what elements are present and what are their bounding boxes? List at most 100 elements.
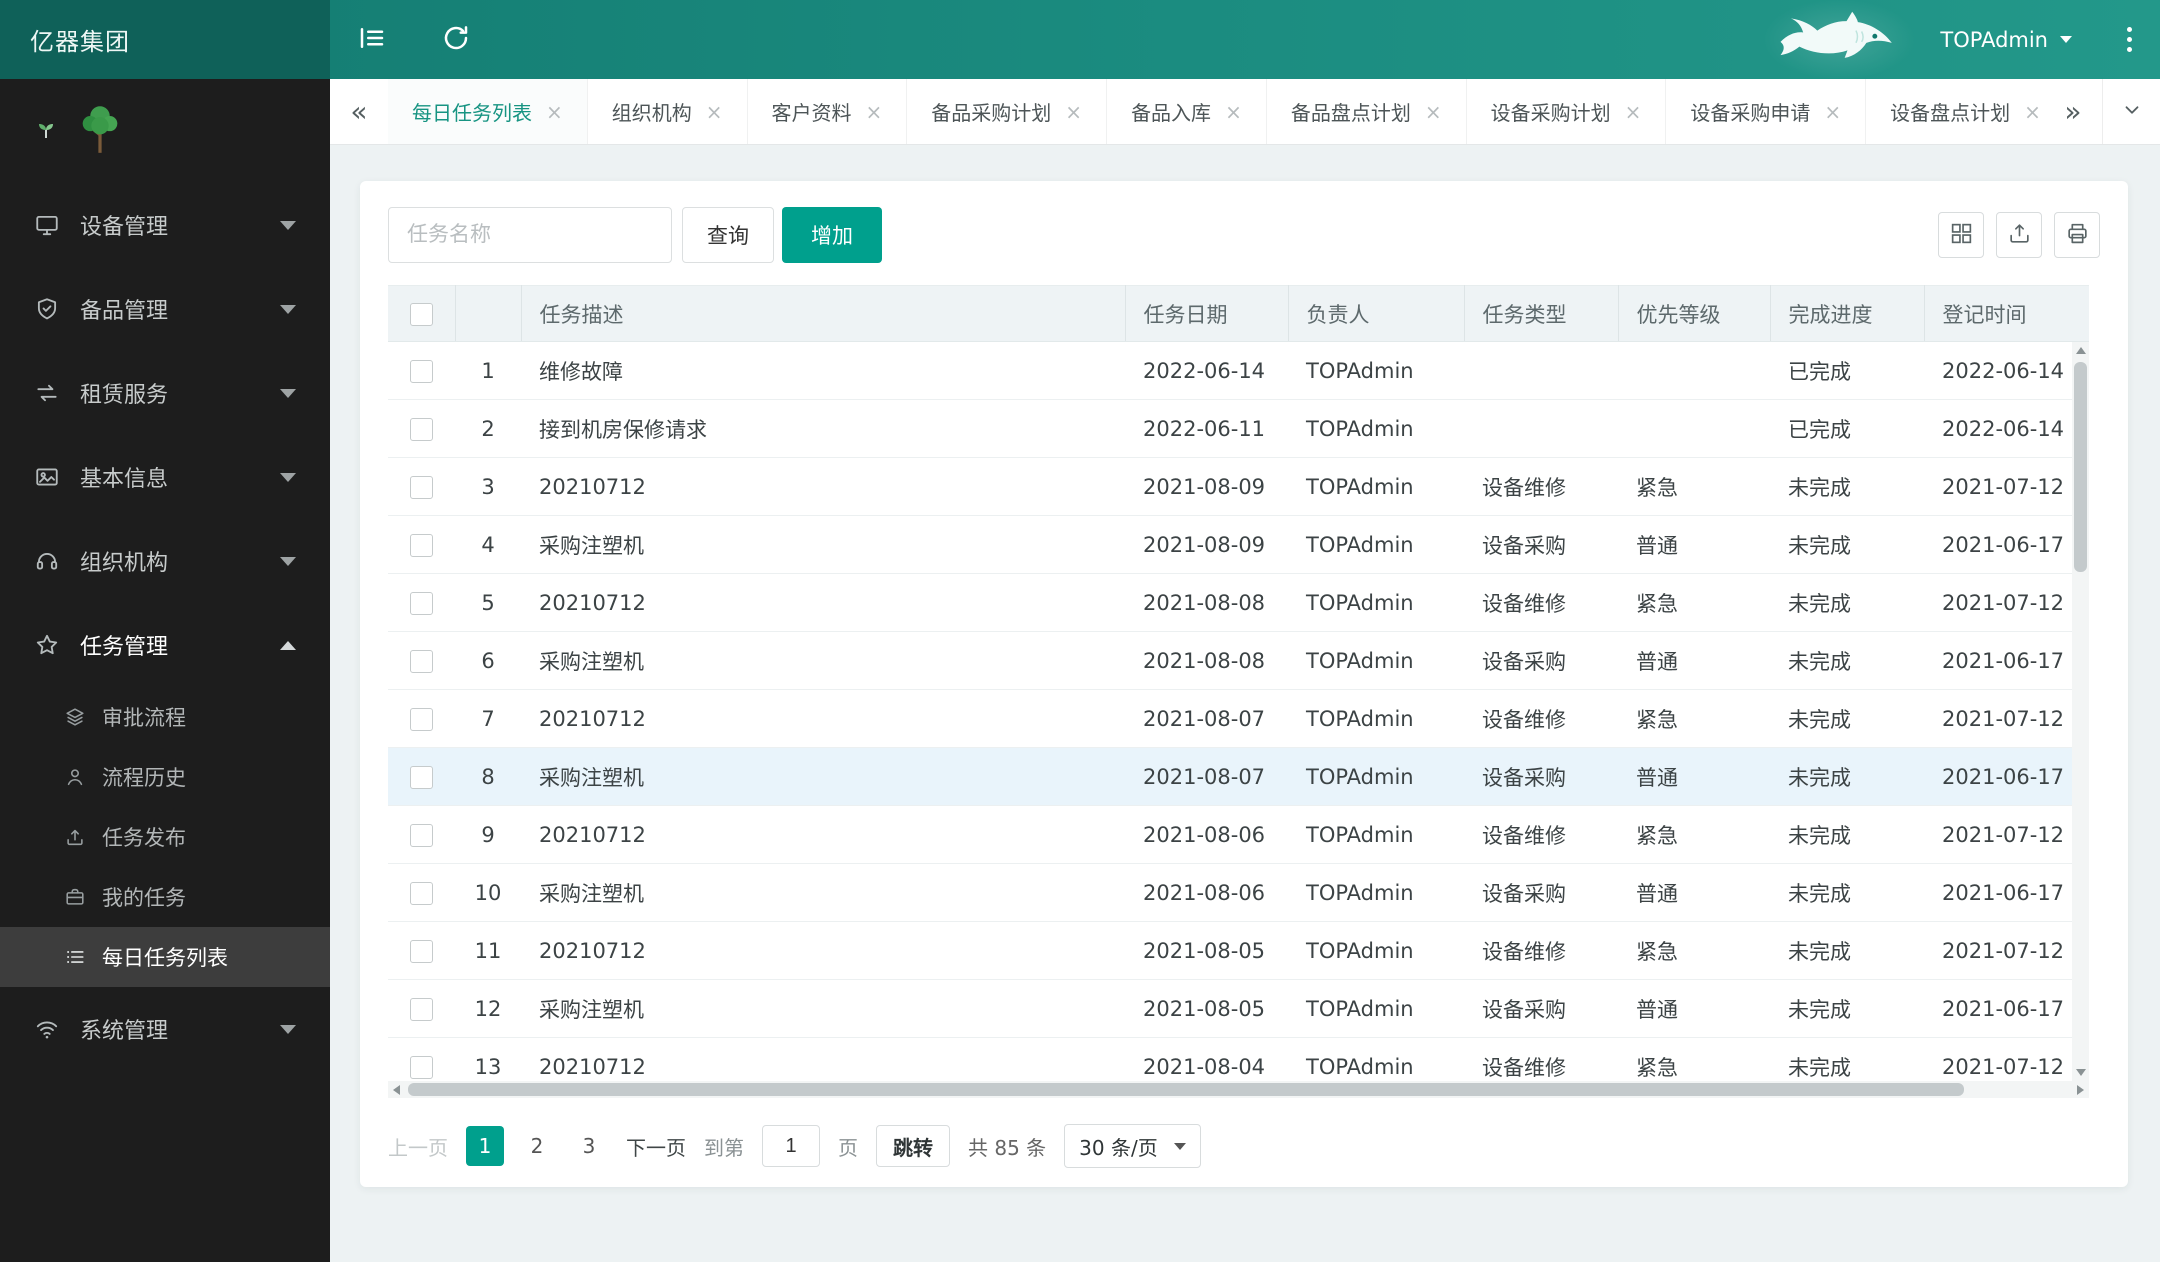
sidebar-item-system[interactable]: 系统管理 (0, 987, 330, 1071)
row-checkbox[interactable] (410, 823, 433, 847)
export-button[interactable] (1996, 212, 2042, 258)
query-button[interactable]: 查询 (682, 207, 774, 263)
tab-close-icon[interactable]: × (1625, 102, 1642, 122)
tab-close-icon[interactable]: × (1225, 102, 1242, 122)
table-row[interactable]: 7 20210712 2021-08-07 TOPAdmin 设备维修 紧急 未完成 2021… (388, 689, 2089, 748)
tab-3[interactable]: 备品采购计划 × (907, 79, 1108, 144)
tab-close-icon[interactable]: × (546, 102, 563, 122)
sidebar-subitem-task-publish[interactable]: 任务发布 (0, 807, 330, 867)
more-menu-button[interactable] (2098, 0, 2160, 79)
tab-close-icon[interactable]: × (706, 102, 723, 122)
double-chevron-left-icon: « (350, 95, 368, 128)
tab-1[interactable]: 组织机构 × (588, 79, 748, 144)
horizontal-scroll-thumb[interactable] (408, 1083, 1964, 1096)
table-row[interactable]: 1 维修故障 2022-06-14 TOPAdmin 已完成 2022-06-14 11: (388, 341, 2089, 400)
sidebar-item-rental[interactable]: 租赁服务 (0, 351, 330, 435)
cell-progress: 未完成 (1770, 863, 1924, 922)
row-checkbox[interactable] (410, 417, 433, 441)
page-button-3[interactable]: 3 (570, 1126, 608, 1166)
next-page-button[interactable]: 下一页 (626, 1132, 686, 1161)
scroll-down-icon[interactable] (2072, 1064, 2089, 1081)
vertical-scrollbar[interactable] (2072, 342, 2089, 1081)
cell-register-time: 2021-06-17 18: (1924, 515, 2089, 574)
table-row[interactable]: 11 20210712 2021-08-05 TOPAdmin 设备维修 紧急 未完成 202… (388, 921, 2089, 980)
table-row[interactable]: 3 20210712 2021-08-09 TOPAdmin 设备维修 紧急 未完成 2021… (388, 457, 2089, 516)
tabs-scroll-left-button[interactable]: « (330, 79, 388, 144)
horizontal-scrollbar[interactable] (388, 1081, 2089, 1098)
row-checkbox[interactable] (410, 649, 433, 673)
tab-6[interactable]: 设备采购计划 × (1467, 79, 1667, 144)
table-row[interactable]: 2 接到机房保修请求 2022-06-11 TOPAdmin 已完成 2022-06-14… (388, 399, 2089, 458)
sidebar-subitem-flow-history[interactable]: 流程历史 (0, 747, 330, 807)
vertical-scroll-thumb[interactable] (2074, 362, 2087, 572)
table-row[interactable]: 13 20210712 2021-08-04 TOPAdmin 设备维修 紧急 未完成 202… (388, 1037, 2089, 1081)
row-checkbox[interactable] (410, 533, 433, 557)
table-row[interactable]: 8 采购注塑机 2021-08-07 TOPAdmin 设备采购 普通 未完成 2021-06… (388, 747, 2089, 806)
sidebar-toggle-button[interactable] (330, 0, 414, 79)
row-checkbox[interactable] (410, 359, 433, 383)
scroll-left-icon[interactable] (388, 1081, 405, 1098)
tab-close-icon[interactable]: × (1425, 102, 1442, 122)
tab-close-icon[interactable]: × (1824, 102, 1841, 122)
page-button-2[interactable]: 2 (518, 1126, 556, 1166)
sidebar-subitem-daily-task-list[interactable]: 每日任务列表 (0, 927, 330, 987)
cell-task-type: 设备采购 (1464, 979, 1618, 1038)
page-button-1[interactable]: 1 (466, 1126, 504, 1166)
tab-close-icon[interactable]: × (2024, 102, 2041, 122)
cell-owner: TOPAdmin (1288, 921, 1464, 980)
cell-owner: TOPAdmin (1288, 399, 1464, 458)
scroll-up-icon[interactable] (2072, 342, 2089, 359)
sidebar-item-spare-parts[interactable]: 备品管理 (0, 267, 330, 351)
tab-4[interactable]: 备品入库 × (1107, 79, 1267, 144)
row-checkbox[interactable] (410, 475, 433, 499)
refresh-icon (441, 23, 471, 57)
row-checkbox[interactable] (410, 707, 433, 731)
tab-close-icon[interactable]: × (866, 102, 883, 122)
page-size-select[interactable]: 30 条/页 (1064, 1124, 1201, 1168)
tab-7[interactable]: 设备采购申请 × (1666, 79, 1867, 144)
sidebar-item-task[interactable]: 任务管理 (0, 603, 330, 687)
table-row[interactable]: 10 采购注塑机 2021-08-06 TOPAdmin 设备采购 普通 未完成 2021-0… (388, 863, 2089, 922)
cell-checkbox (388, 1037, 455, 1081)
sidebar-subitem-label: 每日任务列表 (102, 946, 228, 970)
jump-button[interactable]: 跳转 (876, 1125, 950, 1167)
row-checkbox[interactable] (410, 765, 433, 789)
task-publish-icon (64, 826, 86, 848)
user-menu[interactable]: TOPAdmin (1914, 0, 2098, 79)
sidebar-item-organization[interactable]: 组织机构 (0, 519, 330, 603)
row-checkbox[interactable] (410, 1055, 433, 1079)
table-row[interactable]: 5 20210712 2021-08-08 TOPAdmin 设备维修 紧急 未完成 2021… (388, 573, 2089, 632)
tab-8[interactable]: 设备盘点计划 × (1866, 79, 2044, 144)
sidebar-subitem-approval-flow[interactable]: 审批流程 (0, 687, 330, 747)
tabs-dropdown-button[interactable] (2102, 79, 2160, 144)
tab-5[interactable]: 备品盘点计划 × (1267, 79, 1467, 144)
sidebar-item-basic-info[interactable]: 基本信息 (0, 435, 330, 519)
add-button[interactable]: 增加 (782, 207, 882, 263)
row-checkbox[interactable] (410, 939, 433, 963)
table-row[interactable]: 9 20210712 2021-08-06 TOPAdmin 设备维修 紧急 未完成 2021… (388, 805, 2089, 864)
refresh-button[interactable] (414, 0, 498, 79)
cell-register-time: 2021-07-12 19: (1924, 689, 2089, 748)
sidebar-item-equipment[interactable]: 设备管理 (0, 183, 330, 267)
sidebar-subitem-label: 流程历史 (102, 766, 186, 790)
print-button[interactable] (2054, 212, 2100, 258)
tab-0[interactable]: 每日任务列表 × (388, 79, 588, 144)
goto-page-input[interactable] (762, 1125, 820, 1167)
cell-index: 6 (455, 631, 521, 690)
row-checkbox[interactable] (410, 881, 433, 905)
table-row[interactable]: 4 采购注塑机 2021-08-09 TOPAdmin 设备采购 普通 未完成 2021-06… (388, 515, 2089, 574)
scroll-right-icon[interactable] (2072, 1081, 2089, 1098)
sidebar-subitem-my-tasks[interactable]: 我的任务 (0, 867, 330, 927)
prev-page-button[interactable]: 上一页 (388, 1132, 448, 1161)
row-checkbox[interactable] (410, 997, 433, 1021)
task-name-search-input[interactable] (388, 207, 672, 263)
table-row[interactable]: 12 采购注塑机 2021-08-05 TOPAdmin 设备采购 普通 未完成 2021-0… (388, 979, 2089, 1038)
cell-checkbox (388, 689, 455, 748)
select-all-checkbox[interactable] (409, 302, 433, 326)
columns-toggle-button[interactable] (1938, 212, 1984, 258)
tab-2[interactable]: 客户资料 × (748, 79, 908, 144)
tabs-scroll-right-button[interactable]: » (2044, 79, 2102, 144)
table-row[interactable]: 6 采购注塑机 2021-08-08 TOPAdmin 设备采购 普通 未完成 2021-06… (388, 631, 2089, 690)
row-checkbox[interactable] (410, 591, 433, 615)
tab-close-icon[interactable]: × (1065, 102, 1082, 122)
